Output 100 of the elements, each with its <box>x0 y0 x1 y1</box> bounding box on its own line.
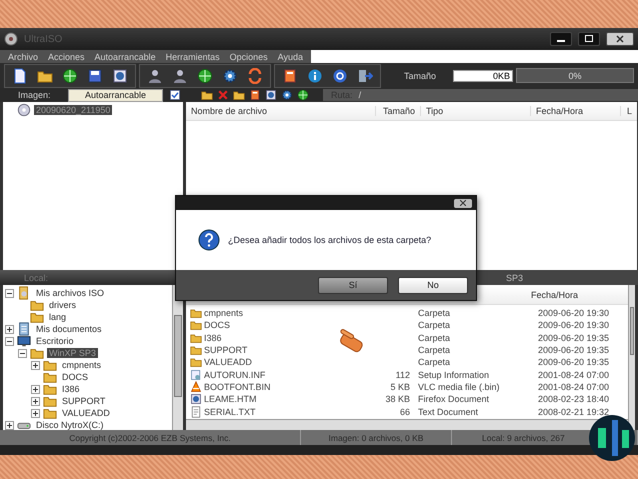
folder-icon <box>43 382 57 396</box>
tree-item[interactable]: cmpnents <box>60 360 104 370</box>
column-header[interactable]: Fecha/Hora <box>531 106 621 116</box>
folder-icon <box>190 344 202 356</box>
file-name[interactable]: BOOTFONT.BIN <box>204 382 271 392</box>
tree-item[interactable]: Escritorio <box>34 336 76 346</box>
tree-item[interactable]: I386 <box>60 384 82 394</box>
collapse-icon[interactable] <box>18 348 27 358</box>
file-size: 66 <box>398 406 410 417</box>
close-icon <box>460 200 466 206</box>
maximize-icon <box>585 35 593 43</box>
tree-item[interactable]: Disco NytroX(C:) <box>34 420 106 430</box>
file-date: 2009-06-20 19:30 <box>538 320 610 330</box>
folder-icon <box>190 356 202 368</box>
checkbox-icon[interactable] <box>169 89 182 101</box>
person-icon[interactable] <box>172 68 188 84</box>
menu-item[interactable]: Opciones <box>230 52 268 62</box>
column-header[interactable]: Tipo <box>421 106 531 116</box>
file-name[interactable]: AUTORUN.INF <box>204 370 266 380</box>
tree-item[interactable]: lang <box>47 312 68 322</box>
file-date: 2009-06-20 19:35 <box>538 357 610 368</box>
file-date: 2009-06-20 19:35 <box>538 345 610 356</box>
menu-item[interactable]: Archivo <box>8 52 38 62</box>
menu-item[interactable]: Ayuda <box>278 52 304 62</box>
file-type: Firefox Document <box>417 394 490 404</box>
expand-icon[interactable] <box>31 396 40 406</box>
column-header[interactable]: Nombre de archivo <box>186 106 376 116</box>
scrollbar[interactable] <box>172 285 183 430</box>
file-name[interactable]: SERIAL.TXT <box>204 406 256 417</box>
column-header[interactable]: Fecha/Hora <box>531 290 578 300</box>
book-icon[interactable] <box>249 89 262 101</box>
gear-icon[interactable] <box>222 68 238 84</box>
status-text: Copyright (c)2002-2006 EZB Systems, Inc. <box>0 430 301 445</box>
file-date: 2001-08-24 07:00 <box>538 382 610 392</box>
collapse-icon[interactable] <box>5 336 14 346</box>
folder-icon <box>190 307 202 320</box>
expand-icon[interactable] <box>5 420 14 430</box>
maximize-button[interactable] <box>578 32 600 46</box>
file-name[interactable]: cmpnents <box>204 308 244 318</box>
settings-file-icon <box>190 368 202 381</box>
dialog-message: ¿Desea añadir todos los archivos de esta carpeta? <box>228 235 432 245</box>
menu-item[interactable]: Autoarrancable <box>94 52 156 62</box>
path-value: / <box>358 90 362 100</box>
file-name[interactable]: VALUEADD <box>204 357 252 368</box>
column-header[interactable]: L <box>621 106 638 116</box>
folder-icon <box>190 319 202 332</box>
scrollbar[interactable] <box>186 419 628 430</box>
file-name[interactable]: SUPPORT <box>204 345 248 356</box>
info-icon[interactable] <box>307 68 323 84</box>
close-icon <box>616 35 624 43</box>
column-header[interactable]: Tamaño <box>376 106 421 116</box>
file-date: 2008-02-23 18:40 <box>538 394 610 404</box>
file-name[interactable]: I386 <box>204 332 222 343</box>
logo-drawing <box>588 414 636 462</box>
minimize-button[interactable] <box>550 32 572 46</box>
refresh-icon[interactable] <box>247 68 263 84</box>
dialog-button[interactable]: No <box>398 276 468 294</box>
documents-icon <box>17 322 31 336</box>
file-type: Setup Information <box>417 370 490 380</box>
menu-item[interactable]: Herramientas <box>166 52 220 62</box>
folder-icon <box>190 332 202 344</box>
text-file-icon <box>190 406 202 418</box>
question-icon <box>198 229 220 251</box>
tree-item[interactable]: Mis archivos ISO <box>34 288 106 298</box>
expand-icon[interactable] <box>31 408 40 418</box>
file-size: 5 KB <box>389 382 410 392</box>
local-label: Local: <box>24 272 48 282</box>
file-type: Carpeta <box>417 320 452 330</box>
exit-icon[interactable] <box>357 68 373 84</box>
tree-item[interactable]: SUPPORT <box>60 396 108 406</box>
folder-icon <box>43 358 57 372</box>
document-icon[interactable] <box>12 68 28 84</box>
file-type: Text Document <box>417 406 480 417</box>
file-date: 2009-06-20 19:30 <box>538 308 610 318</box>
person-icon[interactable] <box>147 68 163 84</box>
boot-button[interactable]: Autoarrancable <box>68 88 164 102</box>
book-icon[interactable] <box>282 68 298 84</box>
tree-item[interactable]: VALUEADD <box>60 408 112 418</box>
dialog-button[interactable]: Sí <box>318 276 388 294</box>
file-name[interactable]: LEAME.HTM <box>204 394 257 404</box>
folder-icon <box>30 346 44 360</box>
tree-item[interactable]: DOCS <box>60 372 90 382</box>
file-size: 112 <box>394 370 410 380</box>
progress-reading: 0% <box>568 70 583 80</box>
expand-icon[interactable] <box>5 324 14 334</box>
expand-icon[interactable] <box>31 360 40 370</box>
collapse-icon[interactable] <box>5 288 14 298</box>
folder-icon <box>43 394 57 408</box>
close-button[interactable] <box>454 198 472 208</box>
folder-icon <box>43 406 57 420</box>
tree-item[interactable]: drivers <box>47 300 78 310</box>
status-text: Imagen: 0 archivos, 0 KB <box>301 430 452 445</box>
file-name[interactable]: DOCS <box>204 320 230 330</box>
scrollbar[interactable] <box>628 285 635 430</box>
menu-item[interactable]: Acciones <box>48 52 85 62</box>
gear-icon[interactable] <box>281 89 294 101</box>
close-button[interactable] <box>606 32 634 46</box>
expand-icon[interactable] <box>31 384 40 394</box>
file-size: 38 KB <box>384 394 410 404</box>
tree-item[interactable]: Mis documentos <box>34 324 104 334</box>
